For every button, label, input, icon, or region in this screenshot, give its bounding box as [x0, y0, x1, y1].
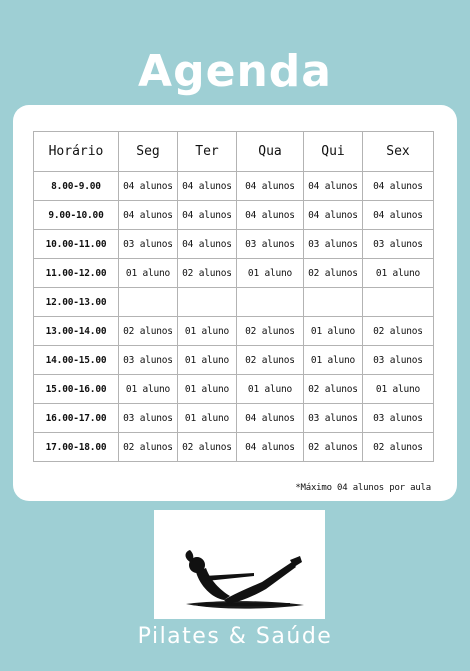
student-count-cell — [362, 287, 434, 317]
student-count-cell: 01 aluno — [118, 258, 178, 288]
student-count-cell: 04 alunos — [303, 171, 363, 201]
student-count-cell: 01 aluno — [236, 374, 304, 404]
student-count-cell: 02 alunos — [303, 258, 363, 288]
table-row: 15.00-16.00 01 aluno 01 aluno 01 aluno 02 al… — [33, 374, 434, 404]
student-count-cell: 02 alunos — [236, 345, 304, 375]
table-row: 10.00-11.00 03 alunos 04 alunos 03 alunos 03… — [33, 229, 434, 259]
student-count-cell: 03 alunos — [362, 403, 434, 433]
student-count-cell — [177, 287, 237, 317]
time-slot-cell: 16.00-17.00 — [33, 403, 119, 433]
time-slot-cell: 10.00-11.00 — [33, 229, 119, 259]
table-row: 12.00-13.00 — [33, 287, 434, 317]
capacity-note: *Máximo 04 alunos por aula — [295, 483, 431, 493]
student-count-cell: 01 aluno — [118, 374, 178, 404]
student-count-cell: 01 aluno — [303, 345, 363, 375]
time-slot-cell: 13.00-14.00 — [33, 316, 119, 346]
student-count-cell: 04 alunos — [177, 200, 237, 230]
time-slot-cell: 11.00-12.00 — [33, 258, 119, 288]
pilates-silhouette-icon — [185, 550, 304, 609]
student-count-cell: 04 alunos — [118, 171, 178, 201]
student-count-cell: 02 alunos — [177, 432, 237, 462]
student-count-cell: 01 aluno — [177, 345, 237, 375]
student-count-cell: 04 alunos — [236, 171, 304, 201]
table-row: 13.00-14.00 02 alunos 01 aluno 02 alunos 01 … — [33, 316, 434, 346]
header-row: Horário Seg Ter Qua Qui Sex — [33, 131, 434, 172]
student-count-cell: 04 alunos — [362, 200, 434, 230]
table-row: 8.00-9.00 04 alunos 04 alunos 04 alunos 04 a… — [33, 171, 434, 201]
time-slot-cell: 9.00-10.00 — [33, 200, 119, 230]
student-count-cell — [236, 287, 304, 317]
student-count-cell: 01 aluno — [177, 374, 237, 404]
student-count-cell: 02 alunos — [362, 316, 434, 346]
student-count-cell: 04 alunos — [118, 200, 178, 230]
time-slot-cell: 8.00-9.00 — [33, 171, 119, 201]
student-count-cell: 04 alunos — [236, 432, 304, 462]
student-count-cell: 03 alunos — [303, 403, 363, 433]
student-count-cell: 02 alunos — [303, 432, 363, 462]
student-count-cell: 02 alunos — [236, 316, 304, 346]
student-count-cell: 04 alunos — [236, 403, 304, 433]
student-count-cell: 01 aluno — [303, 316, 363, 346]
student-count-cell: 03 alunos — [118, 229, 178, 259]
schedule-table: Horário Seg Ter Qua Qui Sex 8.00-9.00 04 … — [33, 131, 434, 462]
student-count-cell: 02 alunos — [362, 432, 434, 462]
column-header-ter: Ter — [177, 131, 237, 172]
table-row: 17.00-18.00 02 alunos 02 alunos 04 alunos 02… — [33, 432, 434, 462]
student-count-cell: 01 aluno — [177, 403, 237, 433]
pilates-photo — [154, 510, 325, 619]
column-header-horario: Horário — [33, 131, 119, 172]
schedule-card: Horário Seg Ter Qua Qui Sex 8.00-9.00 04 … — [13, 105, 457, 501]
table-row: 14.00-15.00 03 alunos 01 aluno 02 alunos 01 … — [33, 345, 434, 375]
column-header-sex: Sex — [362, 131, 434, 172]
student-count-cell: 01 aluno — [177, 316, 237, 346]
student-count-cell: 04 alunos — [177, 171, 237, 201]
student-count-cell: 02 alunos — [177, 258, 237, 288]
student-count-cell: 03 alunos — [118, 403, 178, 433]
student-count-cell: 01 aluno — [236, 258, 304, 288]
student-count-cell: 04 alunos — [362, 171, 434, 201]
table-row: 11.00-12.00 01 aluno 02 alunos 01 aluno 02 a… — [33, 258, 434, 288]
student-count-cell — [303, 287, 363, 317]
page-title: Agenda — [138, 46, 332, 97]
time-slot-cell: 17.00-18.00 — [33, 432, 119, 462]
student-count-cell: 02 alunos — [303, 374, 363, 404]
column-header-qui: Qui — [303, 131, 363, 172]
student-count-cell: 04 alunos — [177, 229, 237, 259]
student-count-cell: 03 alunos — [118, 345, 178, 375]
student-count-cell: 01 aluno — [362, 374, 434, 404]
student-count-cell: 02 alunos — [118, 432, 178, 462]
student-count-cell: 02 alunos — [118, 316, 178, 346]
table-row: 9.00-10.00 04 alunos 04 alunos 04 alunos 04 … — [33, 200, 434, 230]
student-count-cell: 03 alunos — [236, 229, 304, 259]
schedule-body: 8.00-9.00 04 alunos 04 alunos 04 alunos 04 a… — [33, 171, 434, 462]
time-slot-cell: 14.00-15.00 — [33, 345, 119, 375]
student-count-cell — [118, 287, 178, 317]
column-header-qua: Qua — [236, 131, 304, 172]
student-count-cell: 03 alunos — [303, 229, 363, 259]
brand-name: Pilates & Saúde — [137, 624, 333, 649]
table-row: 16.00-17.00 03 alunos 01 aluno 04 alunos 03 … — [33, 403, 434, 433]
student-count-cell: 01 aluno — [362, 258, 434, 288]
student-count-cell: 03 alunos — [362, 229, 434, 259]
student-count-cell: 04 alunos — [236, 200, 304, 230]
column-header-seg: Seg — [118, 131, 178, 172]
student-count-cell: 04 alunos — [303, 200, 363, 230]
time-slot-cell: 15.00-16.00 — [33, 374, 119, 404]
time-slot-cell: 12.00-13.00 — [33, 287, 119, 317]
student-count-cell: 03 alunos — [362, 345, 434, 375]
